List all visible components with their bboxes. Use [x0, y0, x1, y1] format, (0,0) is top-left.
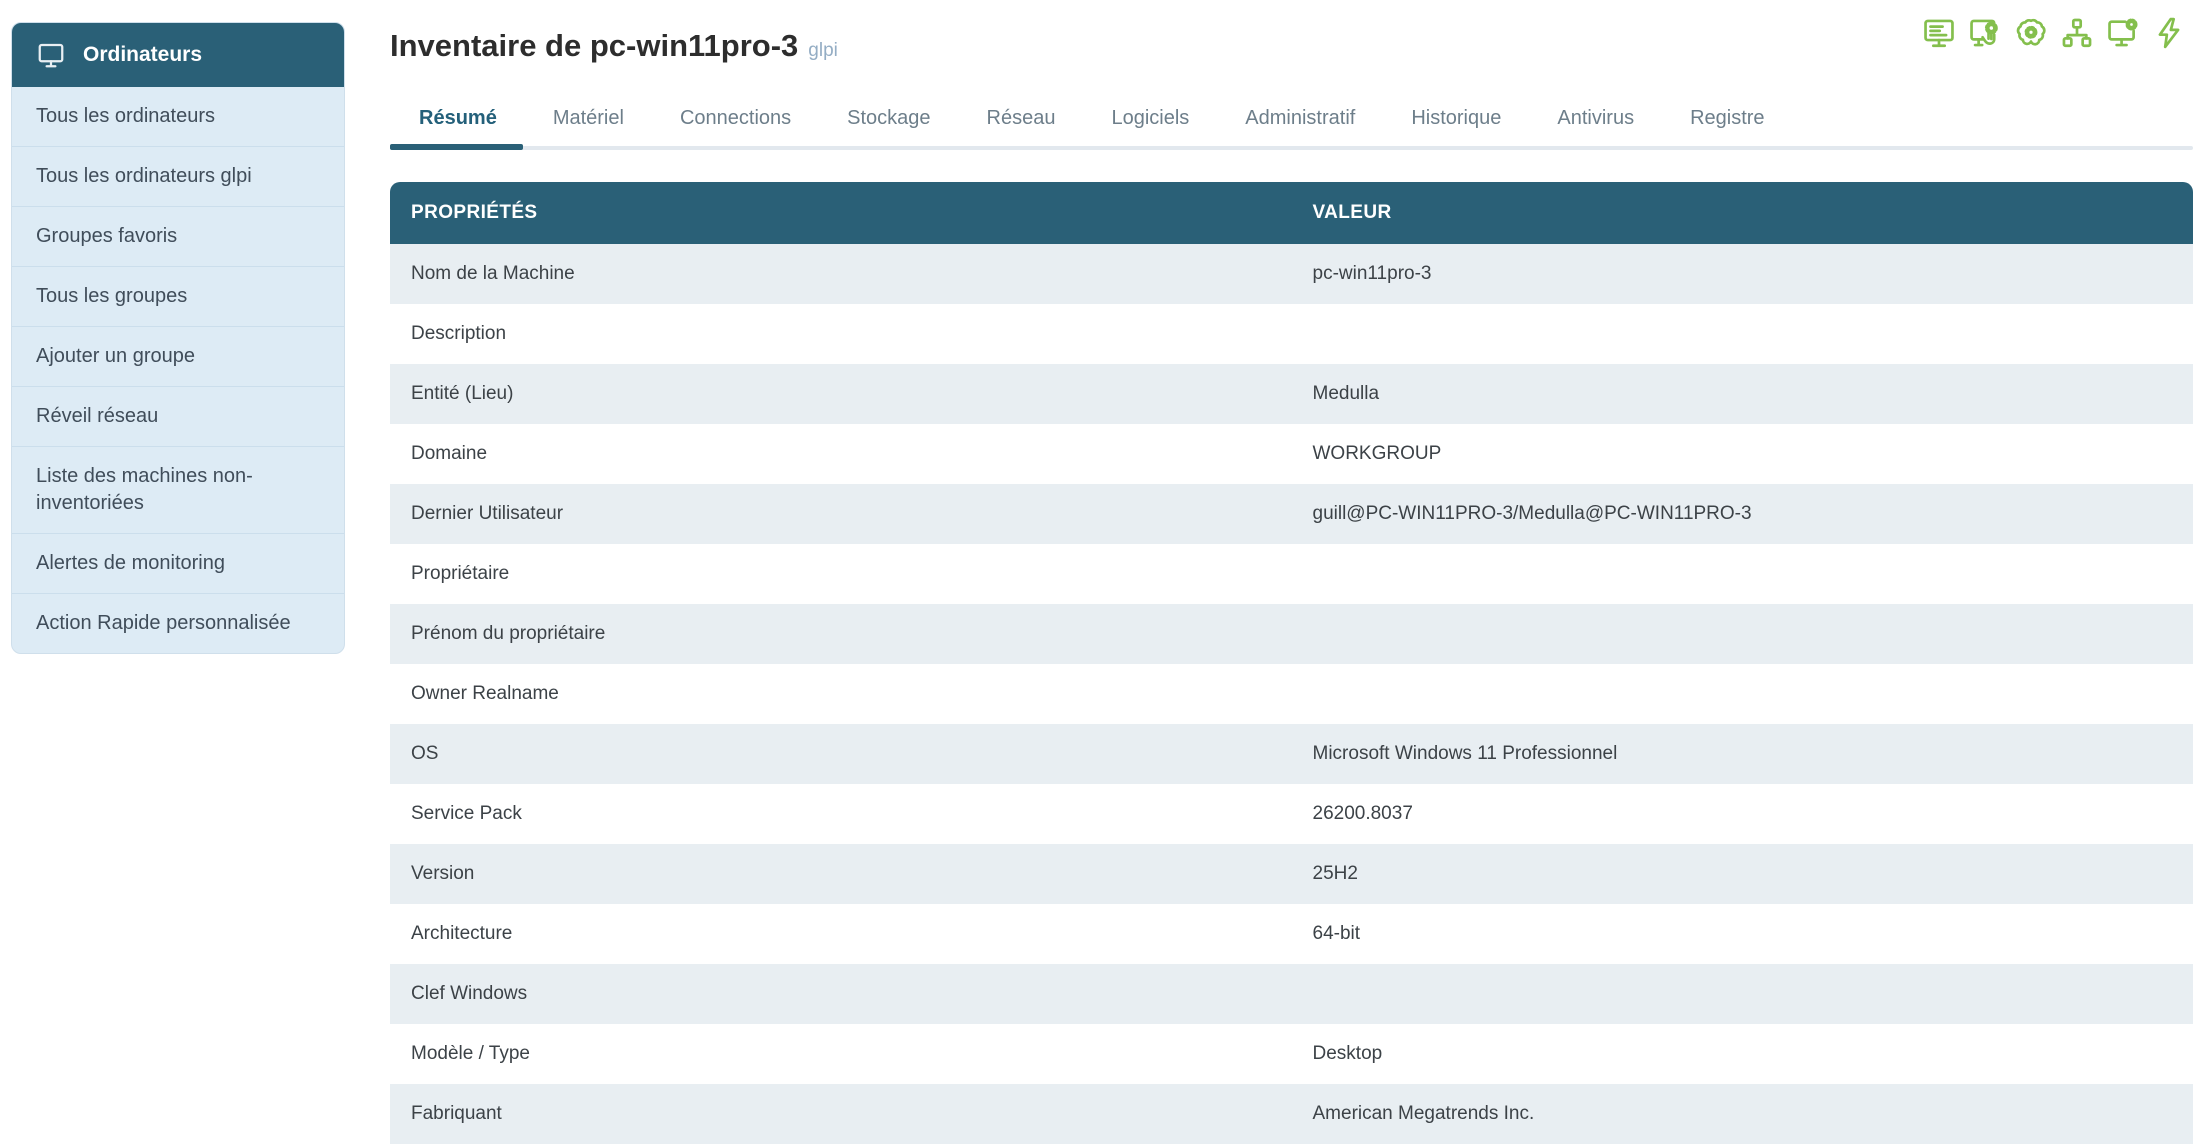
- tab-stockage[interactable]: Stockage: [847, 93, 930, 150]
- tab-logiciels[interactable]: Logiciels: [1111, 93, 1189, 150]
- sidebar-item-action-rapide[interactable]: Action Rapide personnalisée: [12, 593, 344, 653]
- tab-antivirus[interactable]: Antivirus: [1557, 93, 1634, 150]
- tab-materiel[interactable]: Matériel: [553, 93, 624, 150]
- value-cell: WORKGROUP: [1292, 424, 2194, 484]
- sidebar-item-alertes-monitoring[interactable]: Alertes de monitoring: [12, 533, 344, 593]
- main-content: Inventaire de pc-win11pro-3 glpi Résumé Ma…: [390, 0, 2193, 1144]
- sidebar-item-reveil-reseau[interactable]: Réveil réseau: [12, 386, 344, 446]
- sidebar-header-label: Ordinateurs: [83, 43, 202, 67]
- properties-table: PROPRIÉTÉS VALEUR Nom de la Machine pc-w…: [390, 182, 2193, 1144]
- property-cell: Clef Windows: [390, 964, 1292, 1024]
- table-row: OS Microsoft Windows 11 Professionnel: [390, 724, 2193, 784]
- property-cell: Fabriquant: [390, 1084, 1292, 1144]
- tab-reseau[interactable]: Réseau: [987, 93, 1056, 150]
- table-row: Architecture 64-bit: [390, 904, 2193, 964]
- property-cell: Propriétaire: [390, 544, 1292, 604]
- property-cell: Prénom du propriétaire: [390, 604, 1292, 664]
- value-cell: American Megatrends Inc.: [1292, 1084, 2194, 1144]
- table-row: Version 25H2: [390, 844, 2193, 904]
- table-row: Prénom du propriétaire: [390, 604, 2193, 664]
- sidebar-item-tous-les-ordinateurs[interactable]: Tous les ordinateurs: [12, 87, 344, 146]
- property-cell: Dernier Utilisateur: [390, 484, 1292, 544]
- value-cell: guill@PC-WIN11PRO-3/Medulla@PC-WIN11PRO-…: [1292, 484, 2194, 544]
- tab-registre[interactable]: Registre: [1690, 93, 1764, 150]
- table-row: Domaine WORKGROUP: [390, 424, 2193, 484]
- table-row: Propriétaire: [390, 544, 2193, 604]
- value-cell: [1292, 604, 2194, 664]
- page-title: Inventaire de pc-win11pro-3 glpi: [390, 28, 2193, 69]
- table-row: Entité (Lieu) Medulla: [390, 364, 2193, 424]
- sidebar-item-machines-non-inventoriees[interactable]: Liste des machines non-inventoriées: [12, 446, 344, 533]
- tab-historique[interactable]: Historique: [1411, 93, 1501, 150]
- value-cell: Medulla: [1292, 364, 2194, 424]
- tab-bar: Résumé Matériel Connections Stockage Réseau L…: [390, 93, 2193, 150]
- table-row: Service Pack 26200.8037: [390, 784, 2193, 844]
- table-row: Modèle / Type Desktop: [390, 1024, 2193, 1084]
- property-cell: Entité (Lieu): [390, 364, 1292, 424]
- sidebar-item-ajouter-un-groupe[interactable]: Ajouter un groupe: [12, 326, 344, 386]
- property-cell: Modèle / Type: [390, 1024, 1292, 1084]
- value-cell: [1292, 544, 2194, 604]
- column-header-value: VALEUR: [1292, 182, 2194, 244]
- property-cell: Architecture: [390, 904, 1292, 964]
- property-cell: Owner Realname: [390, 664, 1292, 724]
- value-cell: 25H2: [1292, 844, 2194, 904]
- property-cell: Version: [390, 844, 1292, 904]
- sidebar-item-tous-les-groupes[interactable]: Tous les groupes: [12, 266, 344, 326]
- value-cell: Desktop: [1292, 1024, 2194, 1084]
- value-cell: [1292, 664, 2194, 724]
- property-cell: Domaine: [390, 424, 1292, 484]
- table-row: Dernier Utilisateur guill@PC-WIN11PRO-3/…: [390, 484, 2193, 544]
- table-row: Clef Windows: [390, 964, 2193, 1024]
- value-cell: pc-win11pro-3: [1292, 244, 2194, 304]
- sidebar-item-tous-les-ordinateurs-glpi[interactable]: Tous les ordinateurs glpi: [12, 146, 344, 206]
- value-cell: [1292, 964, 2194, 1024]
- sidebar-item-groupes-favoris[interactable]: Groupes favoris: [12, 206, 344, 266]
- value-cell: 26200.8037: [1292, 784, 2194, 844]
- sidebar-header: Ordinateurs: [12, 23, 344, 87]
- tab-administratif[interactable]: Administratif: [1245, 93, 1355, 150]
- value-cell: 64-bit: [1292, 904, 2194, 964]
- table-row: Nom de la Machine pc-win11pro-3: [390, 244, 2193, 304]
- tab-connections[interactable]: Connections: [680, 93, 791, 150]
- property-cell: OS: [390, 724, 1292, 784]
- sidebar: Ordinateurs Tous les ordinateursTous les…: [11, 22, 345, 654]
- value-cell: Microsoft Windows 11 Professionnel: [1292, 724, 2194, 784]
- property-cell: Description: [390, 304, 1292, 364]
- page-title-source-badge: glpi: [808, 40, 838, 61]
- value-cell: [1292, 304, 2194, 364]
- table-row: Owner Realname: [390, 664, 2193, 724]
- page-title-text: Inventaire de pc-win11pro-3: [390, 28, 798, 63]
- monitor-icon: [36, 40, 66, 70]
- table-row: Fabriquant American Megatrends Inc.: [390, 1084, 2193, 1144]
- column-header-properties: PROPRIÉTÉS: [390, 182, 1292, 244]
- property-cell: Nom de la Machine: [390, 244, 1292, 304]
- tab-resume[interactable]: Résumé: [419, 93, 497, 150]
- table-row: Description: [390, 304, 2193, 364]
- property-cell: Service Pack: [390, 784, 1292, 844]
